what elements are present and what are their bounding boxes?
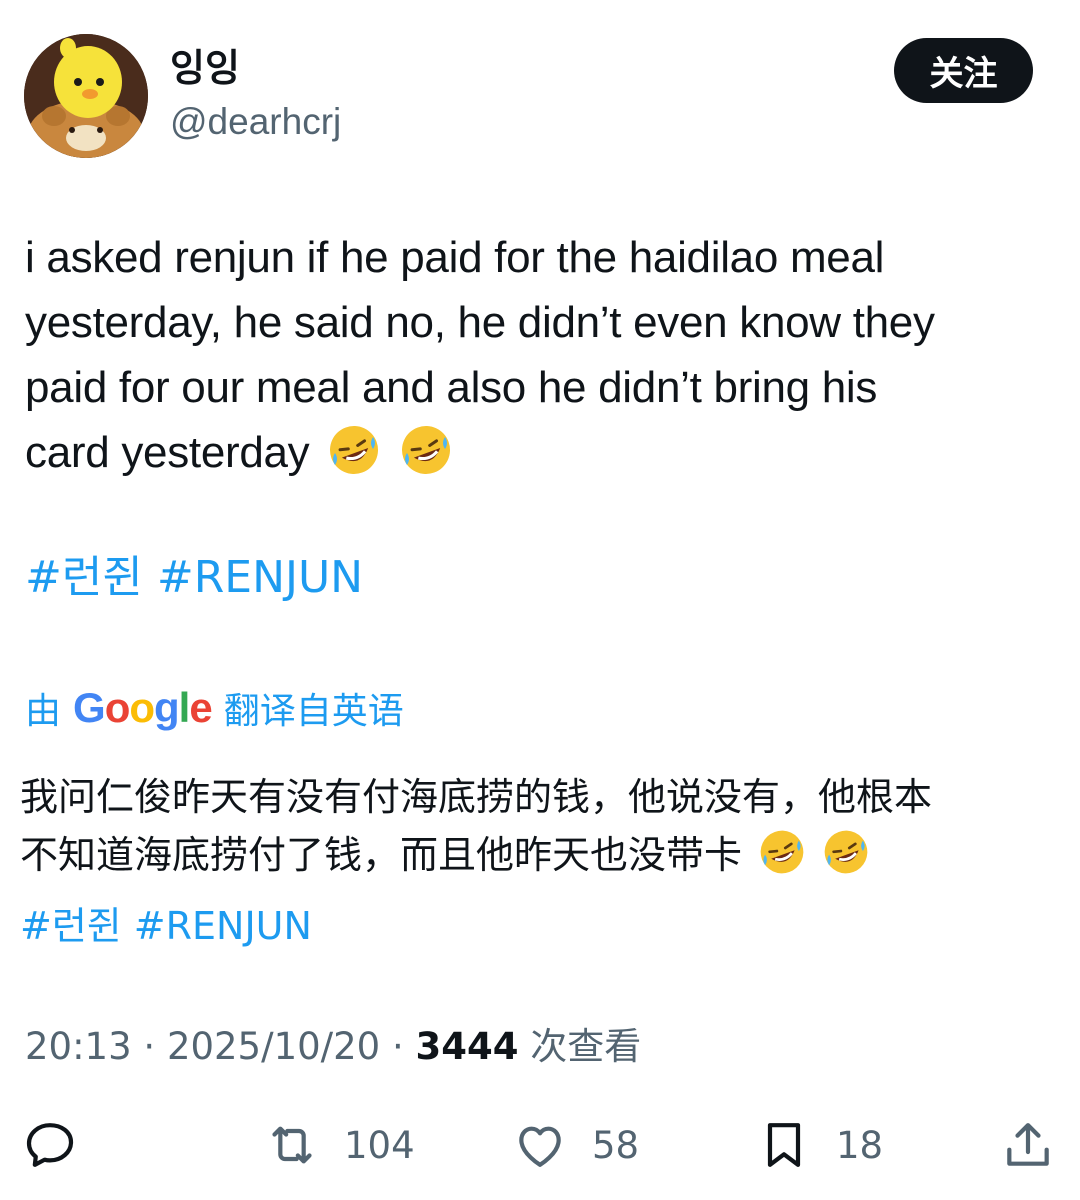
google-logo: Google xyxy=(73,684,213,731)
translated-line: 不知道海底捞付了钱，而且他昨天也没带卡 xyxy=(20,826,1060,884)
hashtag-link[interactable]: #런쥔 xyxy=(25,552,143,603)
tweet-date[interactable]: 2025/10/20 xyxy=(167,1025,380,1068)
tweet-line: i asked renjun if he paid for the haidil… xyxy=(25,233,885,282)
share-icon xyxy=(1007,1123,1049,1166)
like-button[interactable]: 58 xyxy=(512,1110,639,1180)
retweet-count: 104 xyxy=(344,1123,415,1167)
hashtag-link[interactable]: #RENJUN xyxy=(157,552,363,603)
hashtag-link[interactable]: #RENJUN xyxy=(134,904,312,948)
tweet-time[interactable]: 20:13 xyxy=(25,1025,132,1068)
rofl-emoji xyxy=(330,426,379,474)
user-handle[interactable]: @dearhcrj xyxy=(170,98,341,146)
translated-line: 我问仁俊昨天有没有付海底捞的钱，他说没有，他根本 xyxy=(20,775,933,819)
tweet-line: yesterday, he said no, he didn’t even kn… xyxy=(25,298,935,347)
like-icon xyxy=(519,1126,561,1167)
tweet-line-text: card yesterday xyxy=(25,428,310,477)
reply-icon xyxy=(26,1123,74,1167)
views-label: 次查看 xyxy=(530,1025,642,1068)
translated-suffix: 翻译自英语 xyxy=(223,691,404,732)
translated-text: 我问仁俊昨天有没有付海底捞的钱，他说没有，他根本 不知道海底捞付了钱，而且他昨天… xyxy=(20,768,1060,884)
rofl-emoji xyxy=(402,426,451,474)
hashtag-link[interactable]: #런쥔 xyxy=(20,904,122,948)
reply-button[interactable] xyxy=(22,1110,78,1180)
meta-separator: · xyxy=(131,1025,167,1068)
bookmark-count: 18 xyxy=(836,1123,884,1167)
tweet-meta: 20:13 · 2025/10/20 · 3444 次查看 xyxy=(25,1022,641,1072)
tweet-line: card yesterday xyxy=(25,420,1045,485)
share-button[interactable] xyxy=(1000,1110,1056,1180)
retweet-icon xyxy=(272,1126,312,1164)
rofl-emoji xyxy=(824,830,868,874)
follow-button[interactable]: 关注 xyxy=(894,38,1033,103)
translated-line-text: 不知道海底捞付了钱，而且他昨天也没带卡 xyxy=(20,833,743,877)
translated-prefix: 由 xyxy=(25,691,62,732)
action-bar: 104 58 18 xyxy=(0,1110,1080,1180)
avatar[interactable] xyxy=(24,34,148,158)
retweet-button[interactable]: 104 xyxy=(264,1110,415,1180)
display-name[interactable]: 잉잉 xyxy=(170,44,240,92)
translated-by-google[interactable]: 由 Google 翻译自英语 xyxy=(25,678,404,738)
like-count: 58 xyxy=(592,1123,640,1167)
tweet-text: i asked renjun if he paid for the haidil… xyxy=(25,225,1045,485)
translated-hashtags: #런쥔 #RENJUN xyxy=(20,900,324,952)
avatar-image xyxy=(24,34,148,158)
rofl-emoji xyxy=(760,830,804,874)
hashtags: #런쥔 #RENJUN xyxy=(25,548,377,608)
meta-separator: · xyxy=(380,1025,416,1068)
views-count: 3444 xyxy=(415,1025,519,1068)
bookmark-button[interactable]: 18 xyxy=(756,1110,883,1180)
bookmark-icon xyxy=(767,1123,801,1167)
tweet-line: paid for our meal and also he didn’t bri… xyxy=(25,363,878,412)
